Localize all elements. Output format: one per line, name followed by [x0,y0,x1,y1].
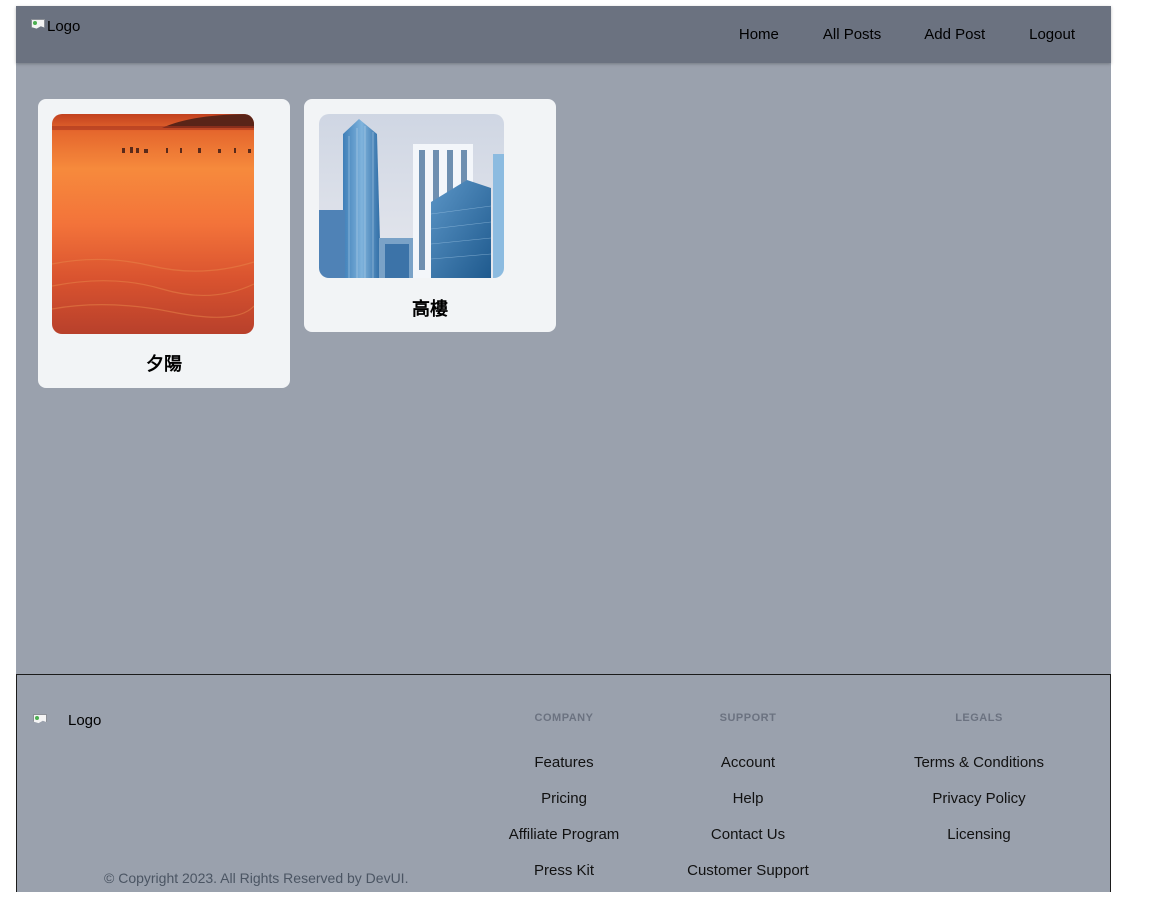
footer: Logo COMPANY Features Pricing Affiliate … [16,674,1111,892]
nav-all-posts[interactable]: All Posts [823,26,881,43]
nav-links: Home All Posts Add Post Logout [739,26,1075,43]
footer-link-press-kit[interactable]: Press Kit [499,862,629,898]
footer-link-pricing[interactable]: Pricing [499,790,629,826]
footer-link-terms[interactable]: Terms & Conditions [899,754,1059,790]
footer-column-legals: LEGALS Terms & Conditions Privacy Policy… [899,712,1059,862]
post-title: 夕陽 [146,354,182,374]
footer-link-account[interactable]: Account [683,754,813,790]
footer-link-help[interactable]: Help [683,790,813,826]
footer-heading: SUPPORT [719,712,777,724]
post-image-sunset[interactable] [52,114,254,334]
broken-image-icon [30,18,46,34]
copyright-text: © Copyright 2023. All Rights Reserved by… [104,870,409,886]
post-title: 高樓 [412,299,448,319]
nav-logout[interactable]: Logout [1029,26,1075,43]
nav-add-post[interactable]: Add Post [924,26,985,43]
footer-logo-alt: Logo [68,712,102,729]
footer-link-privacy-policy[interactable]: Privacy Policy [899,790,1059,826]
header-logo[interactable]: Logo [30,18,80,35]
post-card[interactable]: 高樓 [304,99,556,332]
footer-heading: LEGALS [955,712,1003,724]
page-frame: Logo Home All Posts Add Post Logout 夕陽 高… [16,6,1111,892]
footer-heading: COMPANY [534,712,594,724]
footer-column-company: COMPANY Features Pricing Affiliate Progr… [499,712,629,898]
footer-link-customer-support[interactable]: Customer Support [683,862,813,898]
footer-link-affiliate-program[interactable]: Affiliate Program [499,826,629,862]
broken-image-icon [32,713,48,729]
footer-logo[interactable]: Logo [32,712,101,729]
footer-column-support: SUPPORT Account Help Contact Us Customer… [683,712,813,898]
post-image-skyscrapers[interactable] [319,114,504,278]
nav-home[interactable]: Home [739,26,779,43]
post-card[interactable]: 夕陽 [38,99,290,388]
navbar: Logo Home All Posts Add Post Logout [16,6,1111,63]
footer-link-features[interactable]: Features [499,754,629,790]
footer-link-licensing[interactable]: Licensing [899,826,1059,862]
footer-link-contact-us[interactable]: Contact Us [683,826,813,862]
skyscrapers-photo [319,114,504,278]
header-logo-alt: Logo [47,18,81,35]
sunset-beach-photo [52,114,254,334]
